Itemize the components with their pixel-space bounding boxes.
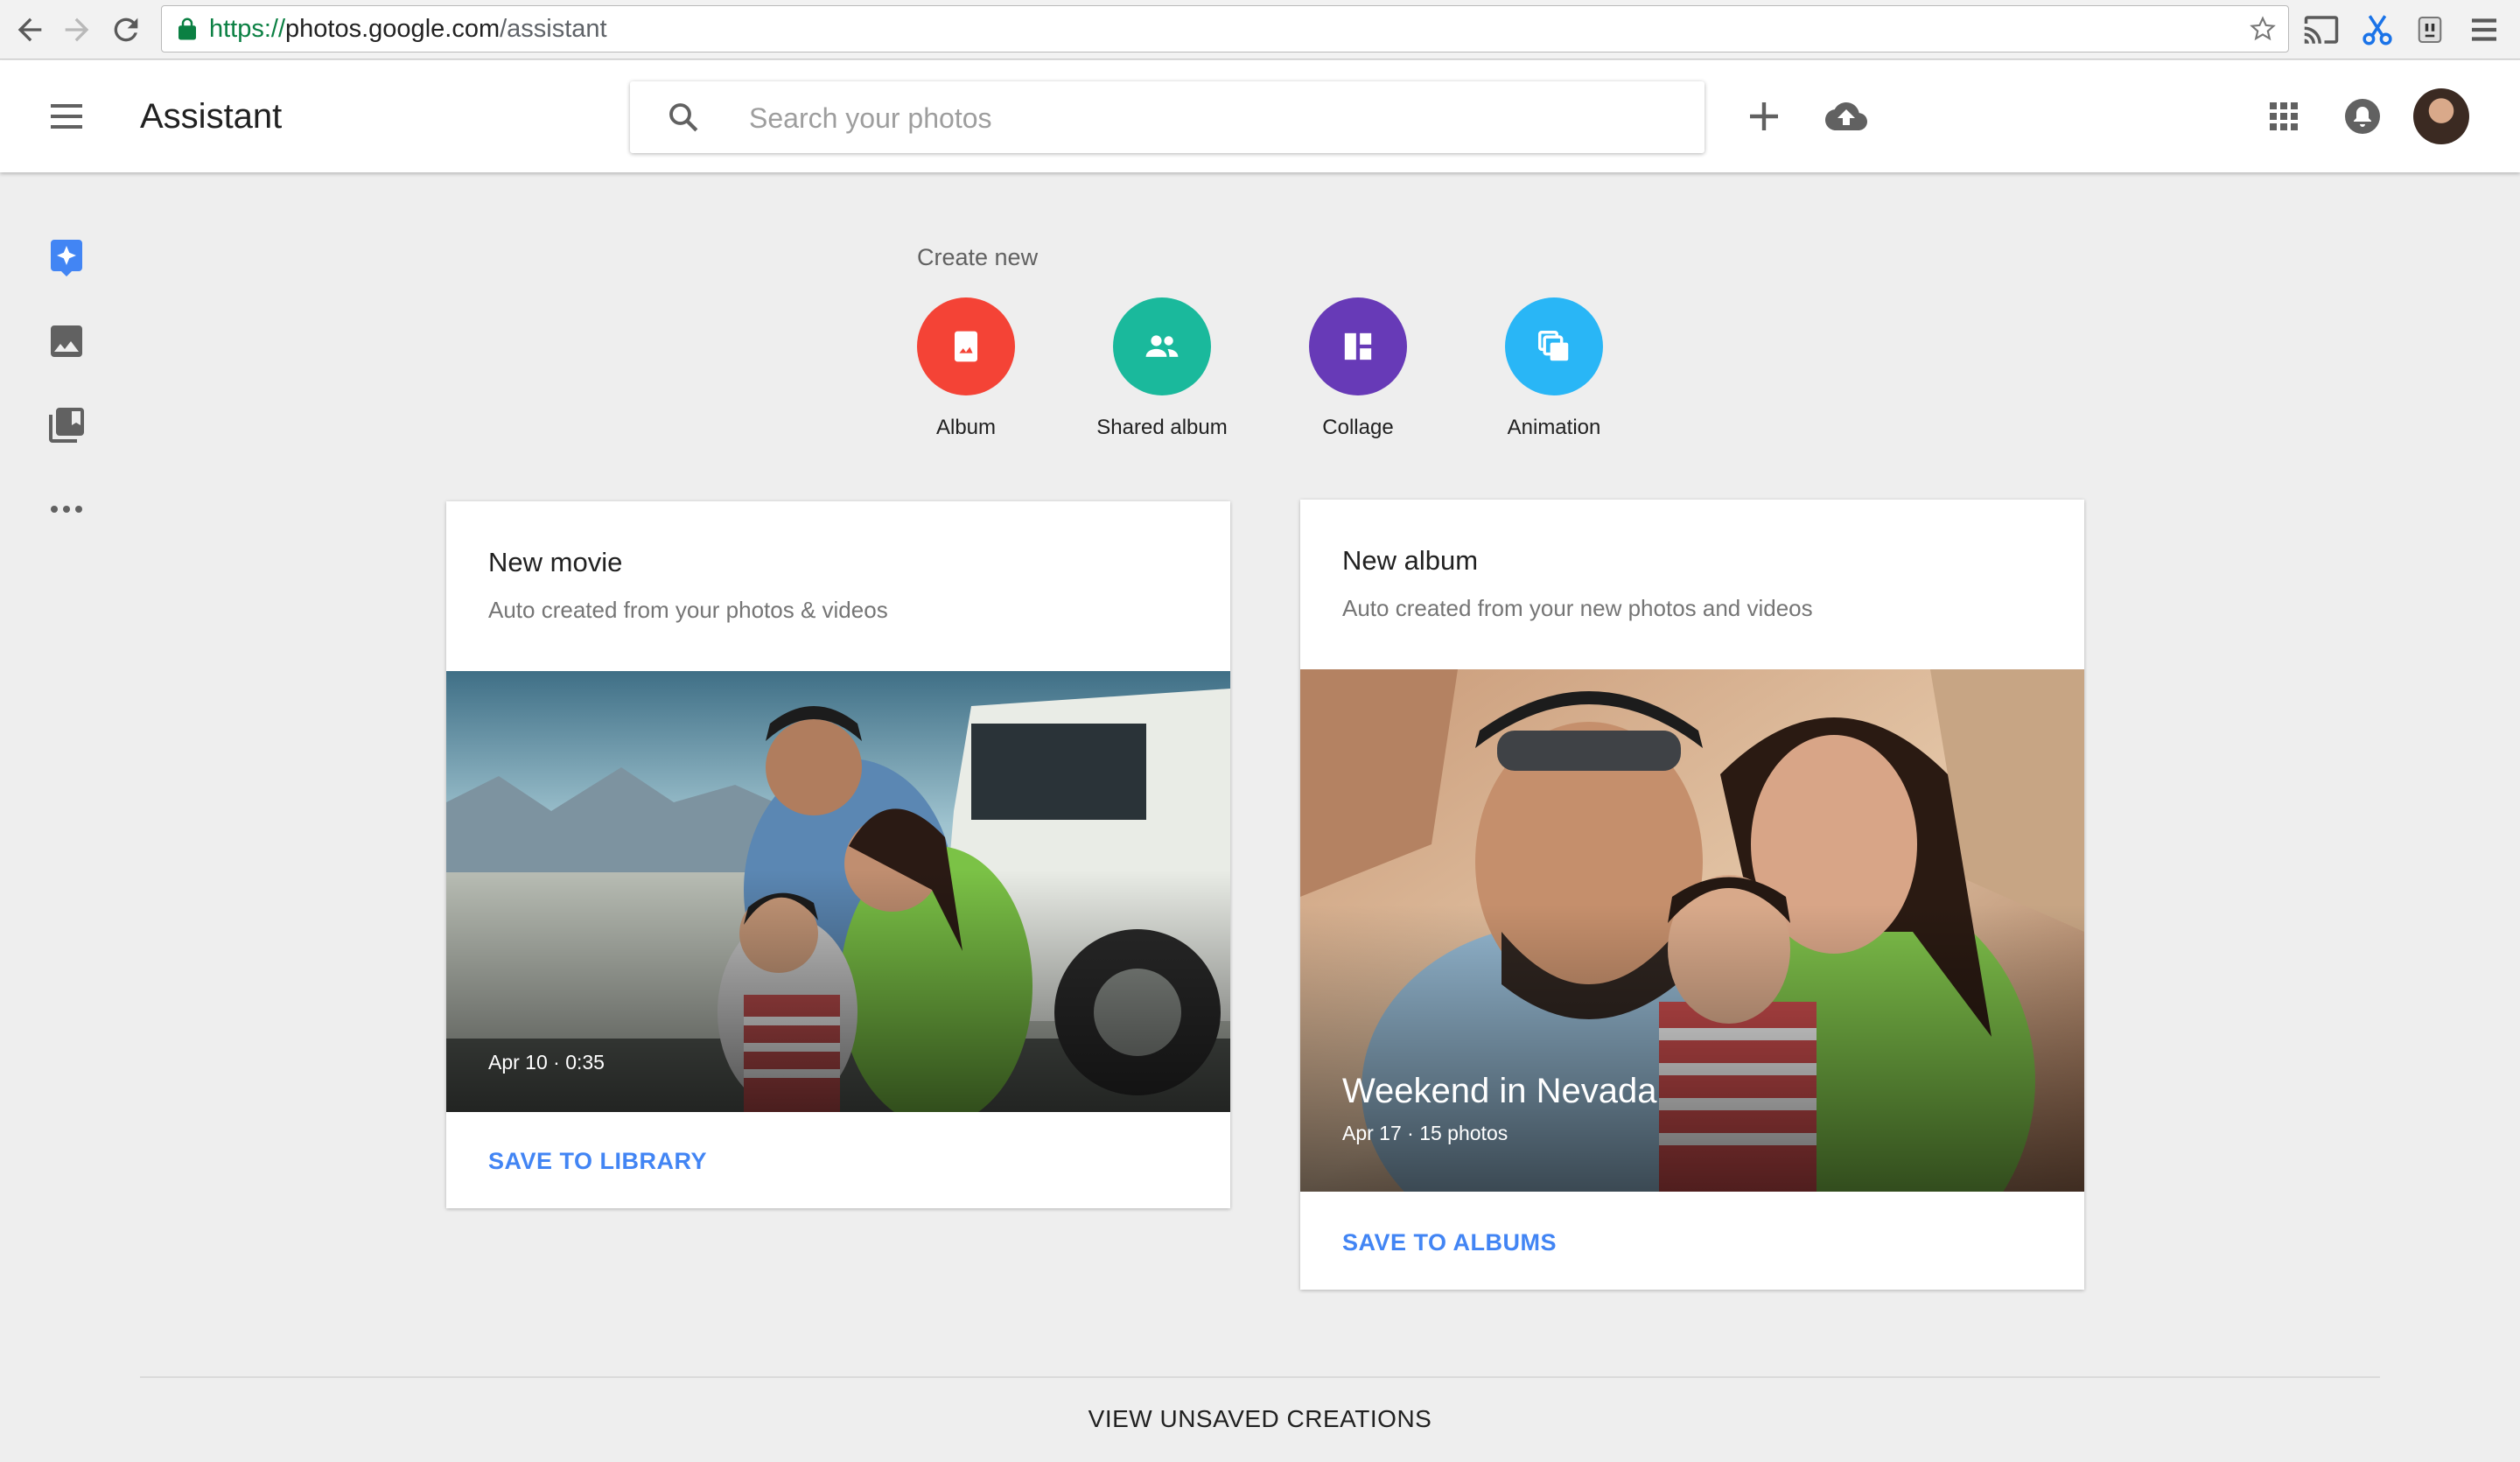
movie-thumbnail[interactable]: Apr 10 · 0:35 (446, 671, 1230, 1112)
footer-divider (140, 1376, 2380, 1378)
scissors-extension-icon[interactable] (2359, 11, 2396, 48)
create-collage-label: Collage (1322, 416, 1394, 439)
card-title: New album (1342, 545, 1479, 576)
create-animation-button[interactable]: Animation (1466, 297, 1642, 441)
create-album-label: Album (935, 416, 997, 439)
create-new-heading: Create new (917, 244, 1039, 270)
card-title: New movie (488, 547, 623, 577)
movie-meta: Apr 10 · 0:35 (488, 1051, 605, 1074)
photos-icon[interactable] (46, 320, 88, 362)
album-cover[interactable]: Weekend in Nevada Apr 17 · 15 photos (1300, 669, 2084, 1192)
menu-icon[interactable] (46, 95, 88, 137)
search-input[interactable] (747, 81, 1678, 155)
search-icon[interactable] (665, 99, 702, 136)
address-bar[interactable]: https://photos.google.com/assistant (161, 5, 2289, 52)
bookmark-star-icon[interactable] (2248, 14, 2278, 44)
album-icon (917, 297, 1015, 395)
create-album-button[interactable]: Album (878, 297, 1054, 441)
browser-toolbar: https://photos.google.com/assistant (0, 0, 2520, 59)
page-title: Assistant (140, 97, 283, 136)
chrome-menu-icon[interactable] (2466, 11, 2502, 48)
url-host: photos.google.com (285, 15, 500, 43)
create-collage-button[interactable]: Collage (1270, 297, 1446, 441)
photo-gradient-overlay (446, 869, 1230, 1112)
album-caption: Weekend in Nevada (1342, 1072, 1657, 1110)
albums-icon[interactable] (46, 404, 88, 446)
view-unsaved-creations-button[interactable]: VIEW UNSAVED CREATIONS (0, 1402, 2520, 1437)
notifications-icon[interactable] (2342, 95, 2384, 137)
save-to-albums-button[interactable]: SAVE TO ALBUMS (1342, 1227, 1557, 1258)
avatar[interactable] (2413, 88, 2469, 144)
plus-icon[interactable] (1743, 95, 1785, 137)
create-shared-album-button[interactable]: Shared album (1074, 297, 1250, 441)
url-path: /assistant (500, 15, 607, 43)
app-header: Assistant (0, 60, 2520, 172)
back-arrow-icon[interactable] (12, 12, 47, 47)
animation-icon (1505, 297, 1603, 395)
album-meta: Apr 17 · 15 photos (1342, 1122, 1508, 1144)
card-subtitle: Auto created from your photos & videos (488, 597, 888, 623)
reload-icon[interactable] (108, 12, 144, 47)
search-box[interactable] (630, 81, 1704, 155)
assistant-icon[interactable] (46, 236, 88, 278)
card-subtitle: Auto created from your new photos and vi… (1342, 595, 1813, 621)
cast-icon[interactable] (2303, 11, 2340, 48)
photo-gradient-overlay (1300, 904, 2084, 1192)
create-animation-label: Animation (1507, 416, 1601, 439)
lock-icon (178, 17, 196, 40)
forward-arrow-icon[interactable] (60, 12, 94, 47)
new-album-card: New album Auto created from your new pho… (1300, 500, 2084, 1290)
collage-icon (1309, 297, 1407, 395)
url-text: https://photos.google.com/assistant (209, 6, 607, 52)
save-to-library-button[interactable]: SAVE TO LIBRARY (488, 1145, 707, 1177)
url-scheme: https:// (209, 15, 286, 43)
create-shared-album-label: Shared album (1096, 416, 1228, 439)
new-movie-card: New movie Auto created from your photos … (446, 501, 1230, 1208)
apps-grid-icon[interactable] (2263, 95, 2305, 137)
shared-album-icon (1113, 297, 1211, 395)
more-icon[interactable] (46, 488, 88, 530)
upload-cloud-icon[interactable] (1825, 95, 1867, 137)
extension-icon[interactable] (2412, 11, 2448, 48)
